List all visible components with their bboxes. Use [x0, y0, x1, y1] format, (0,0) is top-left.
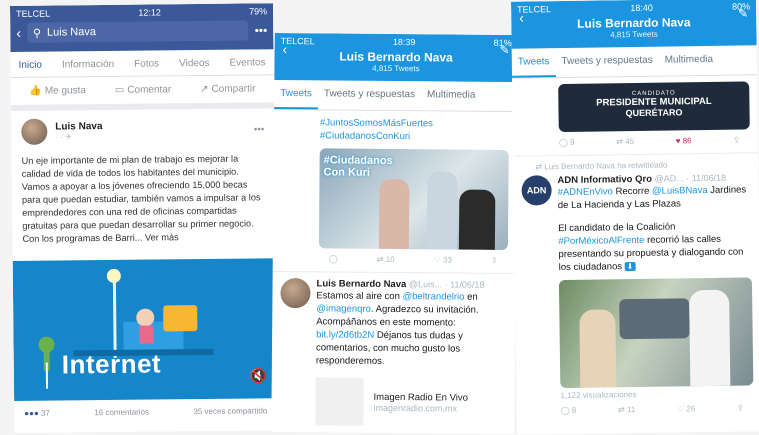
link-card-url: imagenradio.com.mx	[373, 402, 458, 414]
page-actions: 👍 Me gusta ▭ Comentar ↗ Compartir	[10, 75, 275, 111]
tweet: Luis Bernardo Nava @Luis... · 11/06/18 E…	[271, 272, 515, 434]
retweet-button[interactable]: ⇄ 10	[377, 255, 395, 264]
image-caption: #Ciudadanos Con Kuri	[323, 154, 393, 179]
post-menu-icon[interactable]: •••	[254, 124, 265, 135]
tweet-partial: CANDIDATO PRESIDENTE MUNICIPAL QUERÉTARO…	[512, 75, 759, 157]
share-icon[interactable]: ⇪	[737, 404, 744, 413]
tweet-count: 4,815 Tweets	[372, 63, 420, 74]
share-icon: ↗	[200, 83, 209, 96]
tweet-actions: ◯ ⇄ 10 ♡ 33 ⇪	[319, 248, 508, 267]
tweet: ⇄ Luis Bernardo Nava ha retwitteado ADN …	[513, 153, 759, 423]
clock: 18:39	[392, 36, 416, 48]
back-icon[interactable]: ‹	[16, 25, 21, 41]
compose-icon[interactable]: ✎	[738, 6, 748, 20]
share-button[interactable]: ↗ Compartir	[200, 83, 255, 95]
more-icon[interactable]: •••	[255, 23, 268, 37]
tab-informacion[interactable]: Información	[62, 59, 114, 71]
post-image[interactable]: Internet 🔇	[12, 258, 278, 401]
back-icon[interactable]: ‹	[283, 41, 288, 57]
tweet-image[interactable]	[558, 277, 754, 389]
like-button[interactable]: ♡ 26	[677, 404, 695, 413]
like-button[interactable]: ♥ 86	[676, 136, 692, 145]
avatar[interactable]	[21, 118, 48, 145]
twitter-screenshot-2: TELCEL 18:40 80% ‹ Luis Bernardo Nava 4,…	[510, 0, 759, 435]
hashtag[interactable]: #CiudadanosConKuri	[320, 129, 509, 144]
thumbs-up-icon: 👍	[29, 85, 42, 97]
share-icon[interactable]: ⇪	[491, 256, 498, 265]
tweet-count: 4,815 Tweets	[610, 29, 658, 40]
profile-tabs: Tweets Tweets y respuestas Multimedia	[274, 79, 518, 113]
retweet-button[interactable]: ⇄ 11	[618, 405, 635, 414]
tab-replies[interactable]: Tweets y respuestas	[318, 80, 421, 110]
tab-fotos[interactable]: Fotos	[134, 58, 159, 69]
profile-tabs: Tweets Tweets y respuestas Multimedia	[511, 45, 758, 79]
like-button[interactable]: ♡ 33	[434, 255, 452, 264]
tab-inicio[interactable]: Inicio	[19, 60, 42, 71]
link-card-title: Imagen Radio En Vivo	[373, 391, 468, 404]
twitter-header: TELCEL 18:39 81% ‹ Luis Bernardo Nava 4,…	[274, 32, 518, 83]
tab-tweets[interactable]: Tweets	[274, 79, 319, 110]
tweet-text: Estamos al aire con @beltrandelrio en @i…	[315, 290, 479, 367]
reaction-count[interactable]: ●●● 37	[24, 409, 50, 418]
tweet-partial: #JuntosSomosMásFuertes #CiudadanosConKur…	[272, 109, 518, 275]
link-card-thumbnail	[315, 377, 364, 426]
link-card[interactable]: Imagen Radio En Vivo imagenradio.com.mx	[315, 377, 506, 427]
retweet-icon: ⇄	[535, 162, 545, 172]
avatar[interactable]	[280, 278, 311, 309]
reply-button[interactable]: ◯ 8	[561, 406, 577, 415]
tab-media[interactable]: Multimedia	[658, 46, 719, 76]
comment-count[interactable]: 16 comentarios	[94, 408, 149, 418]
clock: 18:40	[630, 2, 653, 14]
post-text: Un eje importante de mi plan de trabajo …	[21, 153, 261, 244]
reactions-icon: ●●●	[24, 408, 39, 418]
mute-icon[interactable]: 🔇	[249, 367, 267, 384]
banner-subtitle: QUERÉTARO	[625, 107, 683, 119]
back-icon[interactable]: ‹	[519, 10, 524, 26]
post-footer: ●●● 37 16 comentarios 35 veces compartid…	[14, 398, 277, 426]
reply-icon[interactable]: ◯	[329, 254, 338, 263]
retweet-button[interactable]: ⇄ 45	[616, 137, 634, 146]
comment-icon: ▭	[114, 84, 125, 96]
tweet-image[interactable]: #Ciudadanos Con Kuri	[318, 148, 509, 250]
tweet-text-2: El candidato de la Coalición #PorMéxicoA…	[558, 221, 744, 274]
share-icon[interactable]: ⇪	[489, 433, 496, 434]
facebook-screenshot: TELCEL 12:12 79% ‹ ⚲ Luis Nava ••• Inici…	[10, 3, 278, 433]
share-icon[interactable]: ⇪	[733, 136, 740, 145]
carrier-label: TELCEL	[16, 8, 51, 19]
like-button[interactable]: 👍 Me gusta	[29, 85, 86, 97]
clock: 12:12	[138, 7, 161, 18]
down-arrow-icon: ⬇	[624, 262, 636, 272]
tweet-text: #ADNEnVivo Recorre @LuisBNava Jardines d…	[557, 184, 747, 212]
tweet-author[interactable]: Luis Bernardo Nava	[317, 278, 407, 290]
page-tabs: Inicio Información Fotos Videos Eventos	[10, 49, 274, 78]
twitter-header: TELCEL 18:40 80% ‹ Luis Bernardo Nava 4,…	[510, 0, 757, 49]
post: Luis Nava · · ✈ ••• Un eje importante de…	[11, 108, 275, 255]
tweet-image[interactable]: CANDIDATO PRESIDENTE MUNICIPAL QUERÉTARO	[558, 81, 750, 133]
reply-button[interactable]: ◯ 9	[559, 138, 575, 147]
retweet-note: ⇄ Luis Bernardo Nava ha retwitteado	[535, 160, 668, 172]
search-input[interactable]: ⚲ Luis Nava	[26, 20, 249, 43]
tweet-handle: @Luis... · 11/06/18	[408, 279, 485, 290]
tab-media[interactable]: Multimedia	[421, 81, 482, 111]
tab-replies[interactable]: Tweets y respuestas	[555, 47, 659, 77]
tab-tweets[interactable]: Tweets	[511, 48, 556, 78]
tweet-actions: ◯ 8 ⇄ 11 ♡ 26 ⇪	[561, 397, 754, 417]
tweet-handle: @AD... · 11/06/18	[654, 172, 727, 184]
search-icon: ⚲	[32, 27, 42, 40]
battery-label: 79%	[249, 6, 268, 17]
compose-icon[interactable]: ✎	[499, 43, 509, 57]
banner-text: Internet	[61, 348, 162, 380]
search-value: Luis Nava	[46, 26, 96, 39]
adn-logo-avatar[interactable]: ADN	[521, 175, 552, 206]
share-count[interactable]: 35 veces compartido	[193, 406, 267, 416]
twitter-screenshot-1: TELCEL 18:39 81% ‹ Luis Bernardo Nava 4,…	[271, 32, 518, 435]
facebook-header: TELCEL 12:12 79% ‹ ⚲ Luis Nava •••	[10, 3, 274, 52]
tab-videos[interactable]: Videos	[179, 58, 210, 69]
comment-button[interactable]: ▭ Comentar	[115, 84, 171, 96]
tweet-actions: ◯ 9 ⇄ 45 ♥ 86 ⇪	[559, 129, 750, 149]
tab-eventos[interactable]: Eventos	[229, 57, 265, 68]
